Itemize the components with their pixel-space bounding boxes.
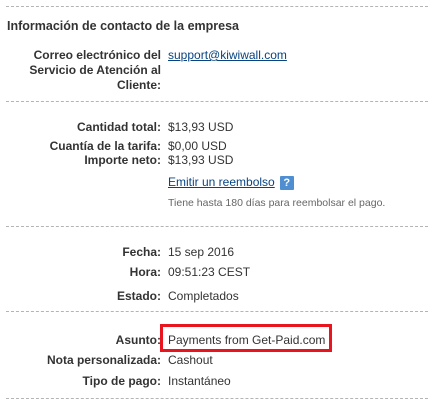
separator — [6, 311, 428, 312]
date-label: Fecha: — [122, 245, 161, 259]
support-email-link[interactable]: support@kiwiwall.com — [168, 48, 287, 63]
custom-note-value: Cashout — [168, 353, 213, 367]
refund-row: Emitir un reembolso? — [168, 175, 294, 190]
refund-note: Tiene hasta 180 días para reembolsar el … — [168, 197, 386, 209]
support-email-label: Cliente: — [116, 78, 161, 92]
separator — [6, 398, 428, 399]
contact-section-title: Información de contacto de la empresa — [7, 19, 240, 33]
net-amount-label: Importe neto: — [84, 153, 161, 167]
fee-label: Cuantía de la tarifa: — [49, 139, 161, 153]
separator-top — [6, 6, 428, 7]
fee-value: $0,00 USD — [168, 139, 227, 153]
support-email-label: Servicio de Atención al — [29, 63, 161, 77]
status-value: Completados — [168, 289, 239, 303]
time-value: 09:51:23 CEST — [168, 265, 251, 279]
payment-type-value: Instantáneo — [168, 374, 231, 388]
net-amount-value: $13,93 USD — [168, 153, 234, 167]
separator — [6, 101, 428, 102]
time-label: Hora: — [129, 265, 161, 279]
total-amount-value: $13,93 USD — [168, 120, 234, 134]
date-value: 15 sep 2016 — [168, 245, 235, 259]
subject-value: Payments from Get-Paid.com — [168, 333, 326, 347]
payment-type-label: Tipo de pago: — [82, 374, 161, 388]
custom-note-label: Nota personalizada: — [46, 353, 161, 367]
status-label: Estado: — [116, 289, 161, 303]
separator — [6, 226, 428, 227]
support-email-label: Correo electrónico del — [33, 48, 161, 62]
issue-refund-link[interactable]: Emitir un reembolso — [168, 175, 275, 189]
total-amount-label: Cantidad total: — [77, 120, 161, 134]
help-icon[interactable]: ? — [279, 175, 294, 190]
subject-label: Asunto: — [115, 333, 161, 347]
